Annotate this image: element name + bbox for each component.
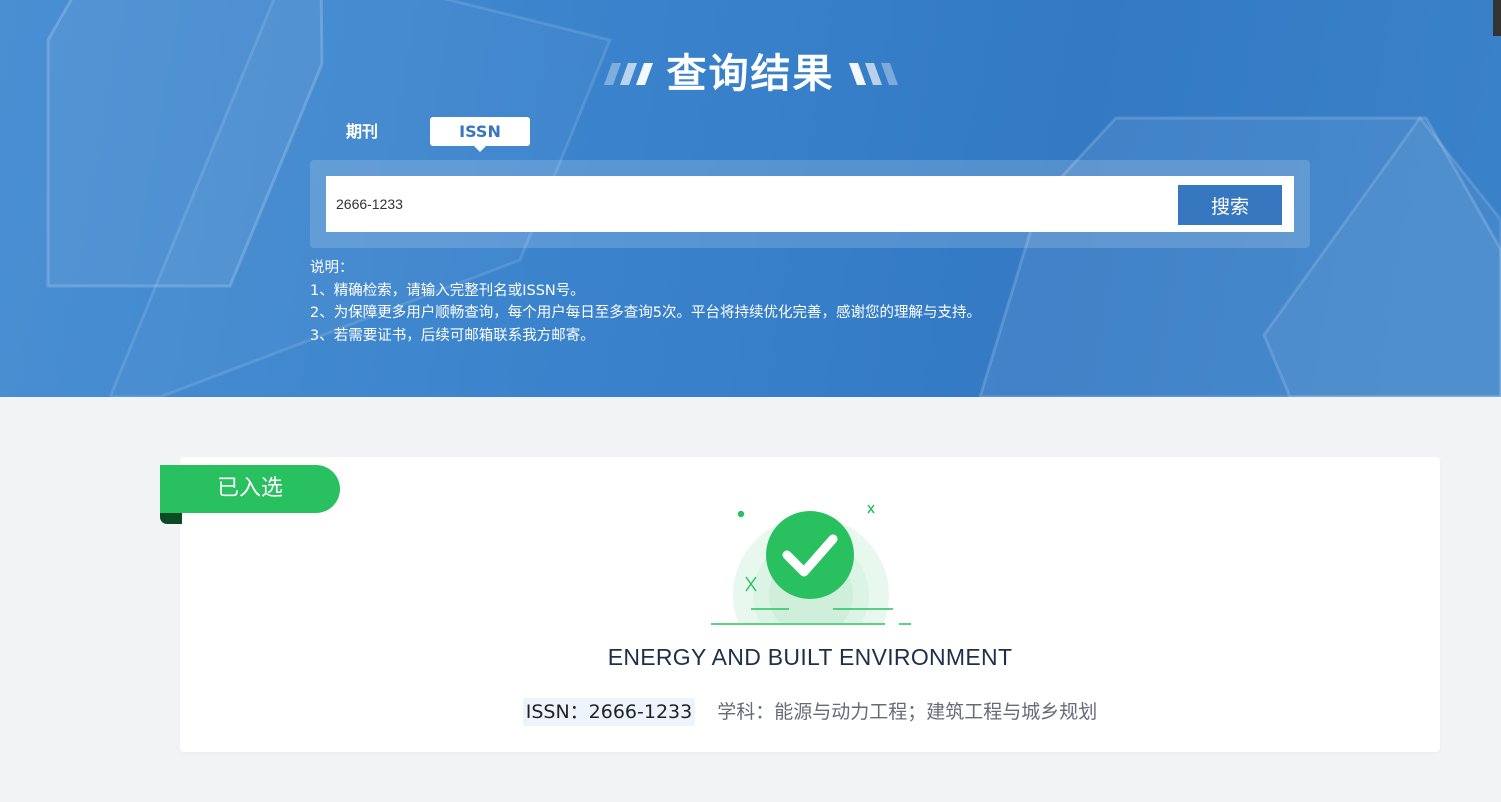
instruction-item: 1、精确检索，请输入完整刊名或ISSN号。: [310, 282, 585, 299]
instructions: 说明： 1、精确检索，请输入完整刊名或ISSN号。 2、为保障更多用户顺畅查询，…: [310, 257, 981, 347]
instruction-item: 2、为保障更多用户顺畅查询，每个用户每日至多查询5次。平台将持续优化完善，感谢您…: [310, 305, 981, 321]
success-check-icon: [705, 504, 917, 635]
search-type-tabs: 期刊 ISSN: [312, 117, 548, 152]
scrollbar-thumb[interactable]: [1493, 0, 1501, 36]
status-badge: 已入选: [160, 465, 340, 513]
subject-value: 学科：能源与动力工程；建筑工程与城乡规划: [717, 701, 1098, 723]
page-title: 查询结果: [666, 51, 835, 97]
title-decoration-left: [603, 63, 653, 85]
journal-name: ENERGY AND BUILT ENVIRONMENT: [607, 644, 1013, 670]
page-title-row: 查询结果: [0, 46, 1501, 102]
hero-banner: 查询结果 期刊 ISSN 搜索 说明： 1、精确检索，请输入完整刊名或ISSN号…: [0, 0, 1501, 397]
tab-journal[interactable]: 期刊: [312, 117, 412, 146]
title-decoration-right: [848, 63, 898, 85]
instructions-heading: 说明：: [310, 260, 354, 276]
search-box: 搜索: [326, 176, 1294, 232]
journal-meta: ISSN：2666-1233 学科：能源与动力工程；建筑工程与城乡规划: [180, 698, 1440, 726]
tab-issn[interactable]: ISSN: [430, 117, 530, 152]
search-panel: 搜索: [310, 160, 1310, 248]
issn-value: ISSN：2666-1233: [522, 698, 696, 726]
search-button[interactable]: 搜索: [1178, 185, 1282, 225]
search-input[interactable]: [326, 176, 1166, 232]
instruction-item: 3、若需要证书，后续可邮箱联系我方邮寄。: [310, 327, 595, 344]
